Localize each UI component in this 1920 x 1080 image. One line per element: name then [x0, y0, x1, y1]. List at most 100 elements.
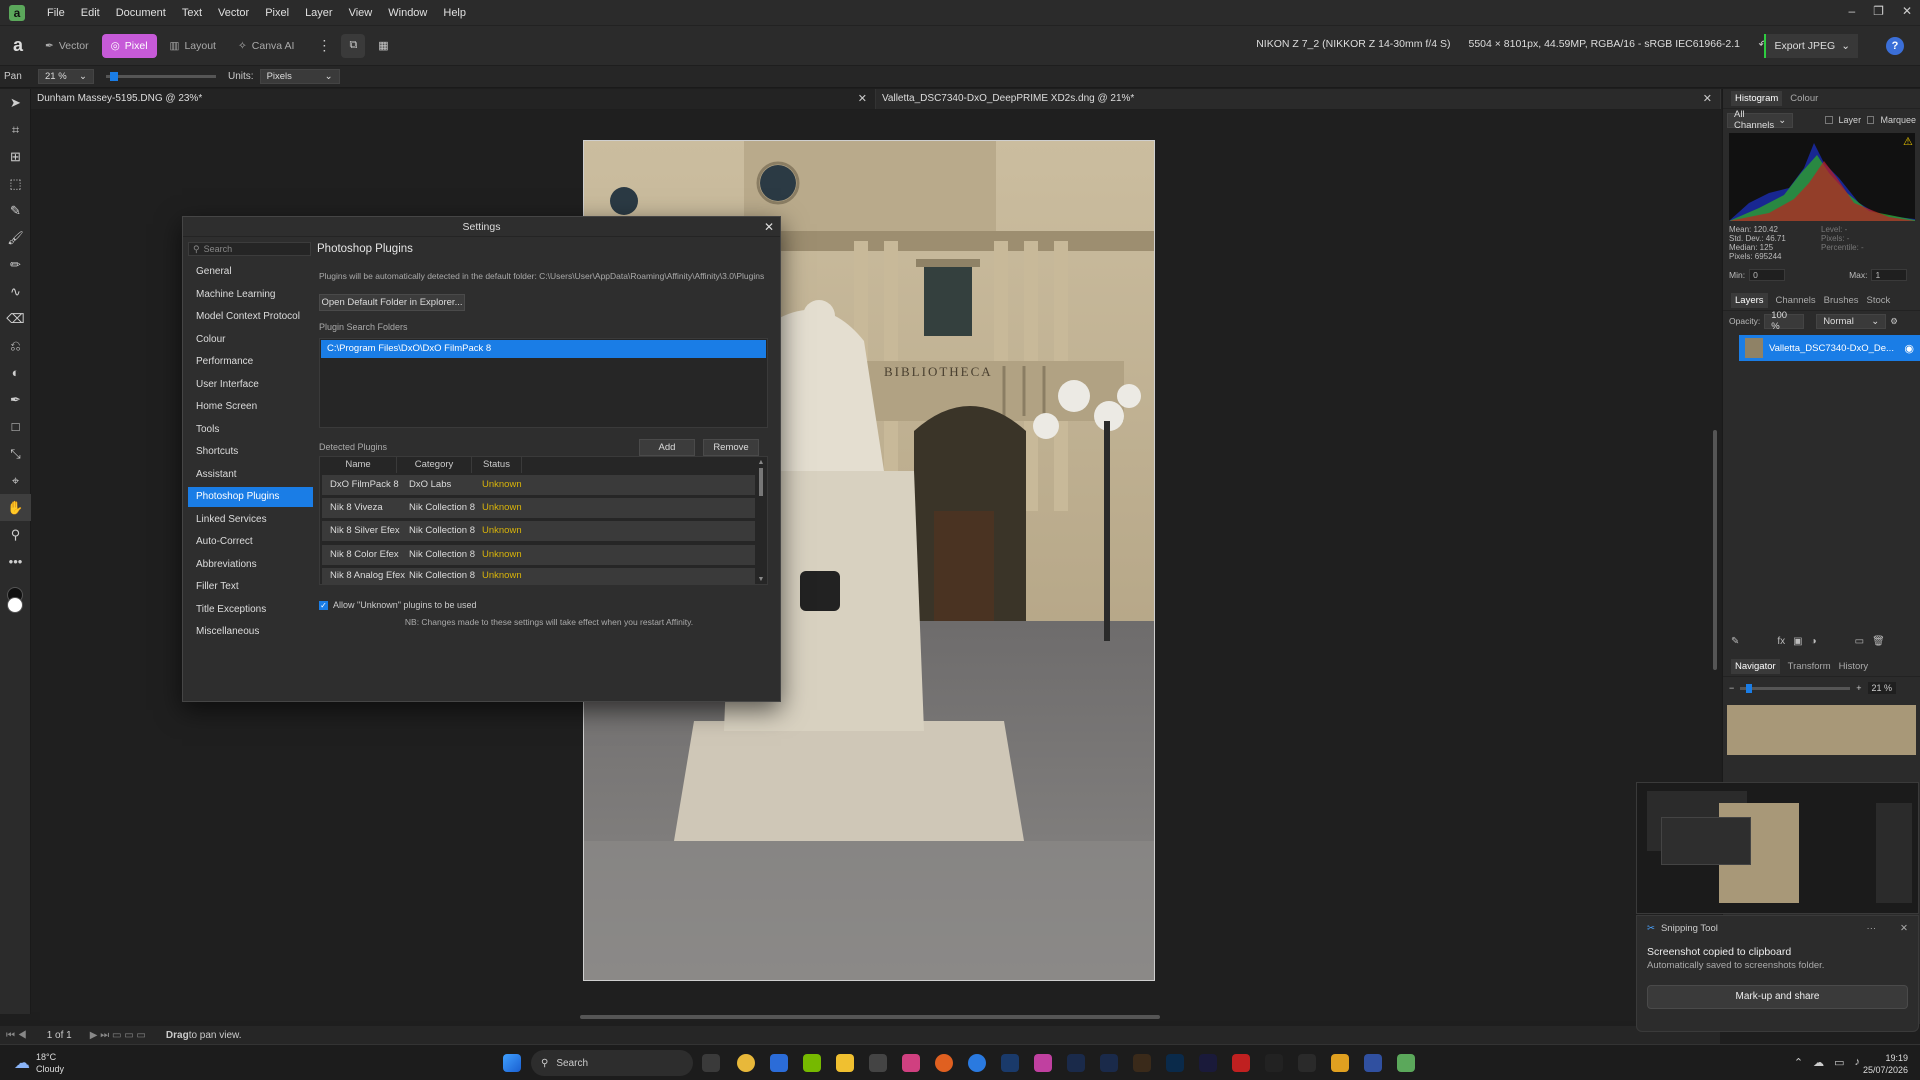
table-scrollbar[interactable]: ▲ ▼ [757, 459, 765, 583]
units-select[interactable]: Pixels ⌄ [259, 69, 340, 84]
close-icon[interactable]: ✕ [858, 89, 867, 109]
close-icon[interactable]: ✕ [1900, 923, 1908, 934]
navigator-preview[interactable] [1727, 705, 1916, 755]
channel-select[interactable]: All Channels ⌄ [1727, 109, 1794, 131]
affinity-home-icon[interactable]: a [0, 35, 36, 56]
volume-icon[interactable]: ♪ [1855, 1056, 1861, 1069]
app-icon[interactable] [902, 1054, 920, 1072]
app-icon[interactable] [1364, 1054, 1382, 1072]
taskbar-search[interactable]: ⚲ Search [531, 1050, 693, 1076]
system-tray[interactable]: ⌃ ☁ ▭ ♪ [1794, 1056, 1860, 1069]
nav-machine-learning[interactable]: Machine Learning [188, 285, 313, 305]
nav-colour[interactable]: Colour [188, 330, 313, 350]
close-icon[interactable]: ✕ [764, 217, 774, 237]
scroll-down-icon[interactable]: ▼ [757, 576, 765, 583]
menu-layer[interactable]: Layer [297, 7, 341, 19]
open-default-folder-button[interactable]: Open Default Folder in Explorer... [319, 294, 465, 311]
more-options-icon[interactable]: ⋮ [317, 37, 331, 54]
page-nav-icons[interactable]: ▶ ⏭ ▭ ▭ ▭ [90, 1030, 146, 1041]
tab-transform[interactable]: Transform [1788, 661, 1831, 672]
zoom-slider[interactable] [106, 72, 216, 81]
menu-help[interactable]: Help [435, 7, 474, 19]
nvidia-icon[interactable] [803, 1054, 821, 1072]
folder-row[interactable]: C:\Program Files\DxO\DxO FilmPack 8 [321, 340, 766, 358]
windows-start-icon[interactable] [503, 1054, 521, 1072]
nav-abbreviations[interactable]: Abbreviations [188, 555, 313, 575]
more-tools-icon[interactable]: ••• [0, 548, 31, 575]
remove-button[interactable]: Remove [703, 439, 759, 456]
nav-photoshop-plugins[interactable]: Photoshop Plugins [188, 487, 313, 507]
app-icon[interactable] [1331, 1054, 1349, 1072]
table-row[interactable]: Nik 8 Color Efex Nik Collection 8 Unknown [322, 545, 755, 565]
tab-histogram[interactable]: Histogram [1731, 91, 1783, 106]
color-picker-icon[interactable]: ⌖ [0, 467, 31, 494]
nav-auto-correct[interactable]: Auto-Correct [188, 532, 313, 552]
menu-edit[interactable]: Edit [73, 7, 108, 19]
crop-tool-icon[interactable]: ⌗ [0, 116, 31, 143]
trash-icon[interactable]: 🗑 [1872, 636, 1885, 647]
more-icon[interactable]: ··· [1867, 923, 1877, 934]
fx-icon[interactable]: fx [1777, 636, 1785, 647]
opacity-select[interactable]: 100 % [1764, 310, 1805, 332]
table-row[interactable]: Nik 8 Analog Efex Nik Collection 8 Unknown [322, 568, 755, 584]
menu-document[interactable]: Document [108, 7, 174, 19]
allow-unknown-option[interactable]: ✓ Allow "Unknown" plugins to be used [319, 600, 476, 610]
persona-canva-ai[interactable]: ✧ Canva AI [229, 34, 303, 58]
bridge-icon[interactable] [1133, 1054, 1151, 1072]
export-jpeg-button[interactable]: Export JPEG ⌄ [1764, 34, 1858, 58]
nav-general[interactable]: General [188, 262, 313, 282]
settings-search-input[interactable]: ⚲ Search [188, 242, 311, 256]
layer-row[interactable]: Valletta_DSC7340-DxO_De... ◉ [1723, 335, 1920, 361]
chevron-up-icon[interactable]: ⌃ [1794, 1056, 1803, 1069]
table-row[interactable]: DxO FilmPack 8 DxO Labs Unknown [322, 475, 755, 495]
filmpack-icon[interactable] [1232, 1054, 1250, 1072]
minimize-icon[interactable]: – [1848, 4, 1855, 18]
firefox-icon[interactable] [935, 1054, 953, 1072]
store-icon[interactable] [770, 1054, 788, 1072]
clock[interactable]: 19:19 25/07/2026 [1863, 1052, 1908, 1076]
nav-performance[interactable]: Performance [188, 352, 313, 372]
column-header-status[interactable]: Status [472, 457, 522, 473]
close-icon[interactable]: ✕ [1902, 4, 1912, 18]
tab-stock[interactable]: Stock [1867, 295, 1891, 306]
nav-filler-text[interactable]: Filler Text [188, 577, 313, 597]
app-icon[interactable] [1265, 1054, 1283, 1072]
first-page-icon[interactable]: ⏮ ◀ [6, 1030, 27, 1041]
nav-tools[interactable]: Tools [188, 420, 313, 440]
tab-brushes[interactable]: Brushes [1824, 295, 1859, 306]
max-input[interactable]: 1 [1871, 269, 1908, 281]
add-button[interactable]: Add [639, 439, 695, 456]
horizontal-scrollbar[interactable] [40, 1012, 1710, 1021]
nav-shortcuts[interactable]: Shortcuts [188, 442, 313, 462]
nav-linked-services[interactable]: Linked Services [188, 510, 313, 530]
menu-pixel[interactable]: Pixel [257, 7, 297, 19]
persona-layout[interactable]: ▥ Layout [161, 34, 225, 58]
selection-brush-icon[interactable]: ✎ [0, 197, 31, 224]
gear-icon[interactable]: ⚙ [1890, 316, 1898, 327]
pen-tool-icon[interactable]: ✒ [0, 386, 31, 413]
menu-vector[interactable]: Vector [210, 7, 257, 19]
nav-model-context-protocol[interactable]: Model Context Protocol [188, 307, 313, 327]
move-tool-icon[interactable]: ➤ [0, 89, 31, 116]
column-header-name[interactable]: Name [320, 457, 397, 473]
weather-widget[interactable]: ☁ 18°C Cloudy [14, 1051, 64, 1075]
network-icon[interactable]: ▭ [1834, 1056, 1844, 1069]
zoom-out-icon[interactable]: − [1729, 683, 1734, 693]
mask-icon[interactable]: ▣ [1793, 636, 1802, 647]
cloud-icon[interactable]: ☁ [1813, 1056, 1824, 1069]
app-icon[interactable] [1199, 1054, 1217, 1072]
affinity-taskbar-icon[interactable] [1397, 1054, 1415, 1072]
markup-share-button[interactable]: Mark-up and share [1647, 985, 1908, 1009]
lightroom-icon[interactable] [1100, 1054, 1118, 1072]
clone-tool-icon[interactable]: ⎌ [0, 332, 31, 359]
pencil-tool-icon[interactable]: ✏ [0, 251, 31, 278]
chrome-icon[interactable] [737, 1054, 755, 1072]
persona-pixel[interactable]: ◎ Pixel [101, 33, 157, 58]
layer-checkbox[interactable] [1825, 116, 1833, 124]
smudge-tool-icon[interactable]: ∿ [0, 278, 31, 305]
help-icon[interactable]: ? [1886, 37, 1904, 55]
hand-tool-icon[interactable]: ✋ [0, 494, 31, 521]
group-icon[interactable]: ▭ [1855, 636, 1864, 647]
rectangle-tool-icon[interactable]: □ [0, 413, 31, 440]
nav-title-exceptions[interactable]: Title Exceptions [188, 600, 313, 620]
